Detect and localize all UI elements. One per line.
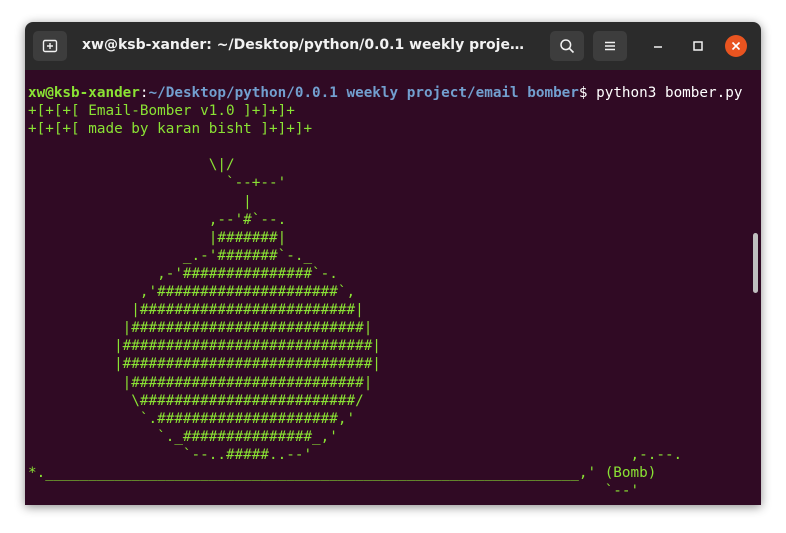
banner-line-2: +[+[+[ made by karan bisht ]+]+]+ — [28, 121, 313, 138]
close-button[interactable] — [725, 35, 747, 57]
command-text: python3 bomber.py — [596, 85, 743, 101]
terminal-window: xw@ksb-xander: ~/Desktop/python/0.0.1 we… — [25, 22, 761, 505]
prompt-separator: : — [139, 85, 149, 101]
maximize-icon — [693, 41, 703, 51]
scrollbar-thumb[interactable] — [753, 233, 758, 293]
search-icon — [560, 39, 575, 54]
maximize-button[interactable] — [688, 36, 708, 56]
hamburger-menu-icon — [605, 41, 615, 51]
window-title: xw@ksb-xander: ~/Desktop/python/0.0.1 we… — [82, 37, 532, 53]
title-bar[interactable]: xw@ksb-xander: ~/Desktop/python/0.0.1 we… — [25, 22, 761, 70]
new-tab-button[interactable] — [33, 31, 67, 61]
terminal-area[interactable]: xw@ksb-xander:~/Desktop/python/0.0.1 wee… — [25, 70, 761, 505]
prompt-user: xw@ksb-xander — [28, 85, 140, 101]
search-button[interactable] — [550, 31, 584, 61]
menu-button[interactable] — [593, 31, 627, 61]
prompt-path: ~/Desktop/python/0.0.1 weekly project/em… — [148, 85, 579, 101]
prompt-symbol: $ — [578, 85, 597, 101]
close-icon — [731, 41, 741, 51]
terminal-output: xw@ksb-xander:~/Desktop/python/0.0.1 wee… — [28, 84, 742, 500]
new-tab-icon — [42, 39, 58, 53]
minimize-icon — [654, 46, 662, 48]
ascii-bomb-art: \|/ `--+--' | ,--'#`--. |#######| _.-'##… — [28, 157, 683, 500]
minimize-button[interactable] — [648, 36, 668, 56]
banner-line-1: +[+[+[ Email-Bomber v1.0 ]+]+]+ — [28, 103, 295, 120]
